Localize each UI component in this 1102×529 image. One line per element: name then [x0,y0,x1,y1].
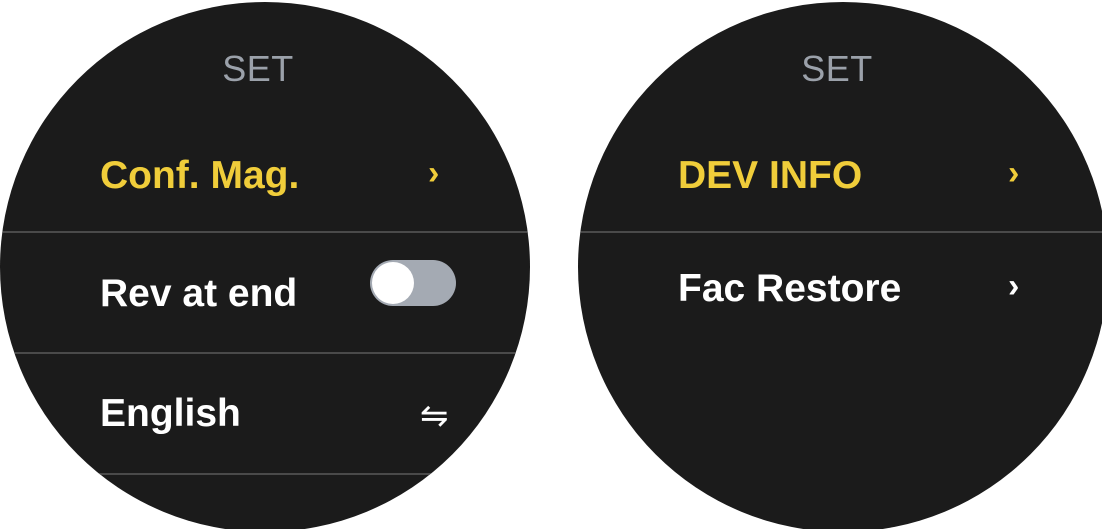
menu-item-label: English [100,392,241,435]
menu-item-conf-mag[interactable]: Conf. Mag. › [0,142,530,222]
watch-screen-settings-1: SET Conf. Mag. › Rev at end English ⇋ [0,2,530,529]
menu-item-label: Fac Restore [678,267,902,310]
chevron-right-icon: › [1008,154,1020,192]
menu-item-rev-at-end[interactable]: Rev at end [0,260,530,340]
menu-item-label: Conf. Mag. [100,154,300,197]
screen-title: SET [801,48,873,89]
stage: SET Conf. Mag. › Rev at end English ⇋ SE… [0,0,1102,529]
chevron-right-icon: › [428,154,440,192]
divider [0,473,530,475]
menu-item-dev-info[interactable]: DEV INFO › [578,142,1102,222]
menu-item-label: Rev at end [100,272,298,315]
divider [0,231,530,233]
chevron-right-icon: › [1008,267,1020,305]
menu-item-language[interactable]: English ⇋ [0,380,530,460]
menu-item-label: DEV INFO [678,154,863,197]
screen-title: SET [222,48,294,89]
toggle-knob [372,262,414,304]
divider [0,352,530,354]
swap-arrows-icon: ⇋ [420,397,449,435]
rev-at-end-toggle[interactable] [370,260,456,306]
divider [578,231,1102,233]
watch-screen-settings-2: SET DEV INFO › Fac Restore › [578,2,1102,529]
menu-item-fac-restore[interactable]: Fac Restore › [578,260,1102,340]
